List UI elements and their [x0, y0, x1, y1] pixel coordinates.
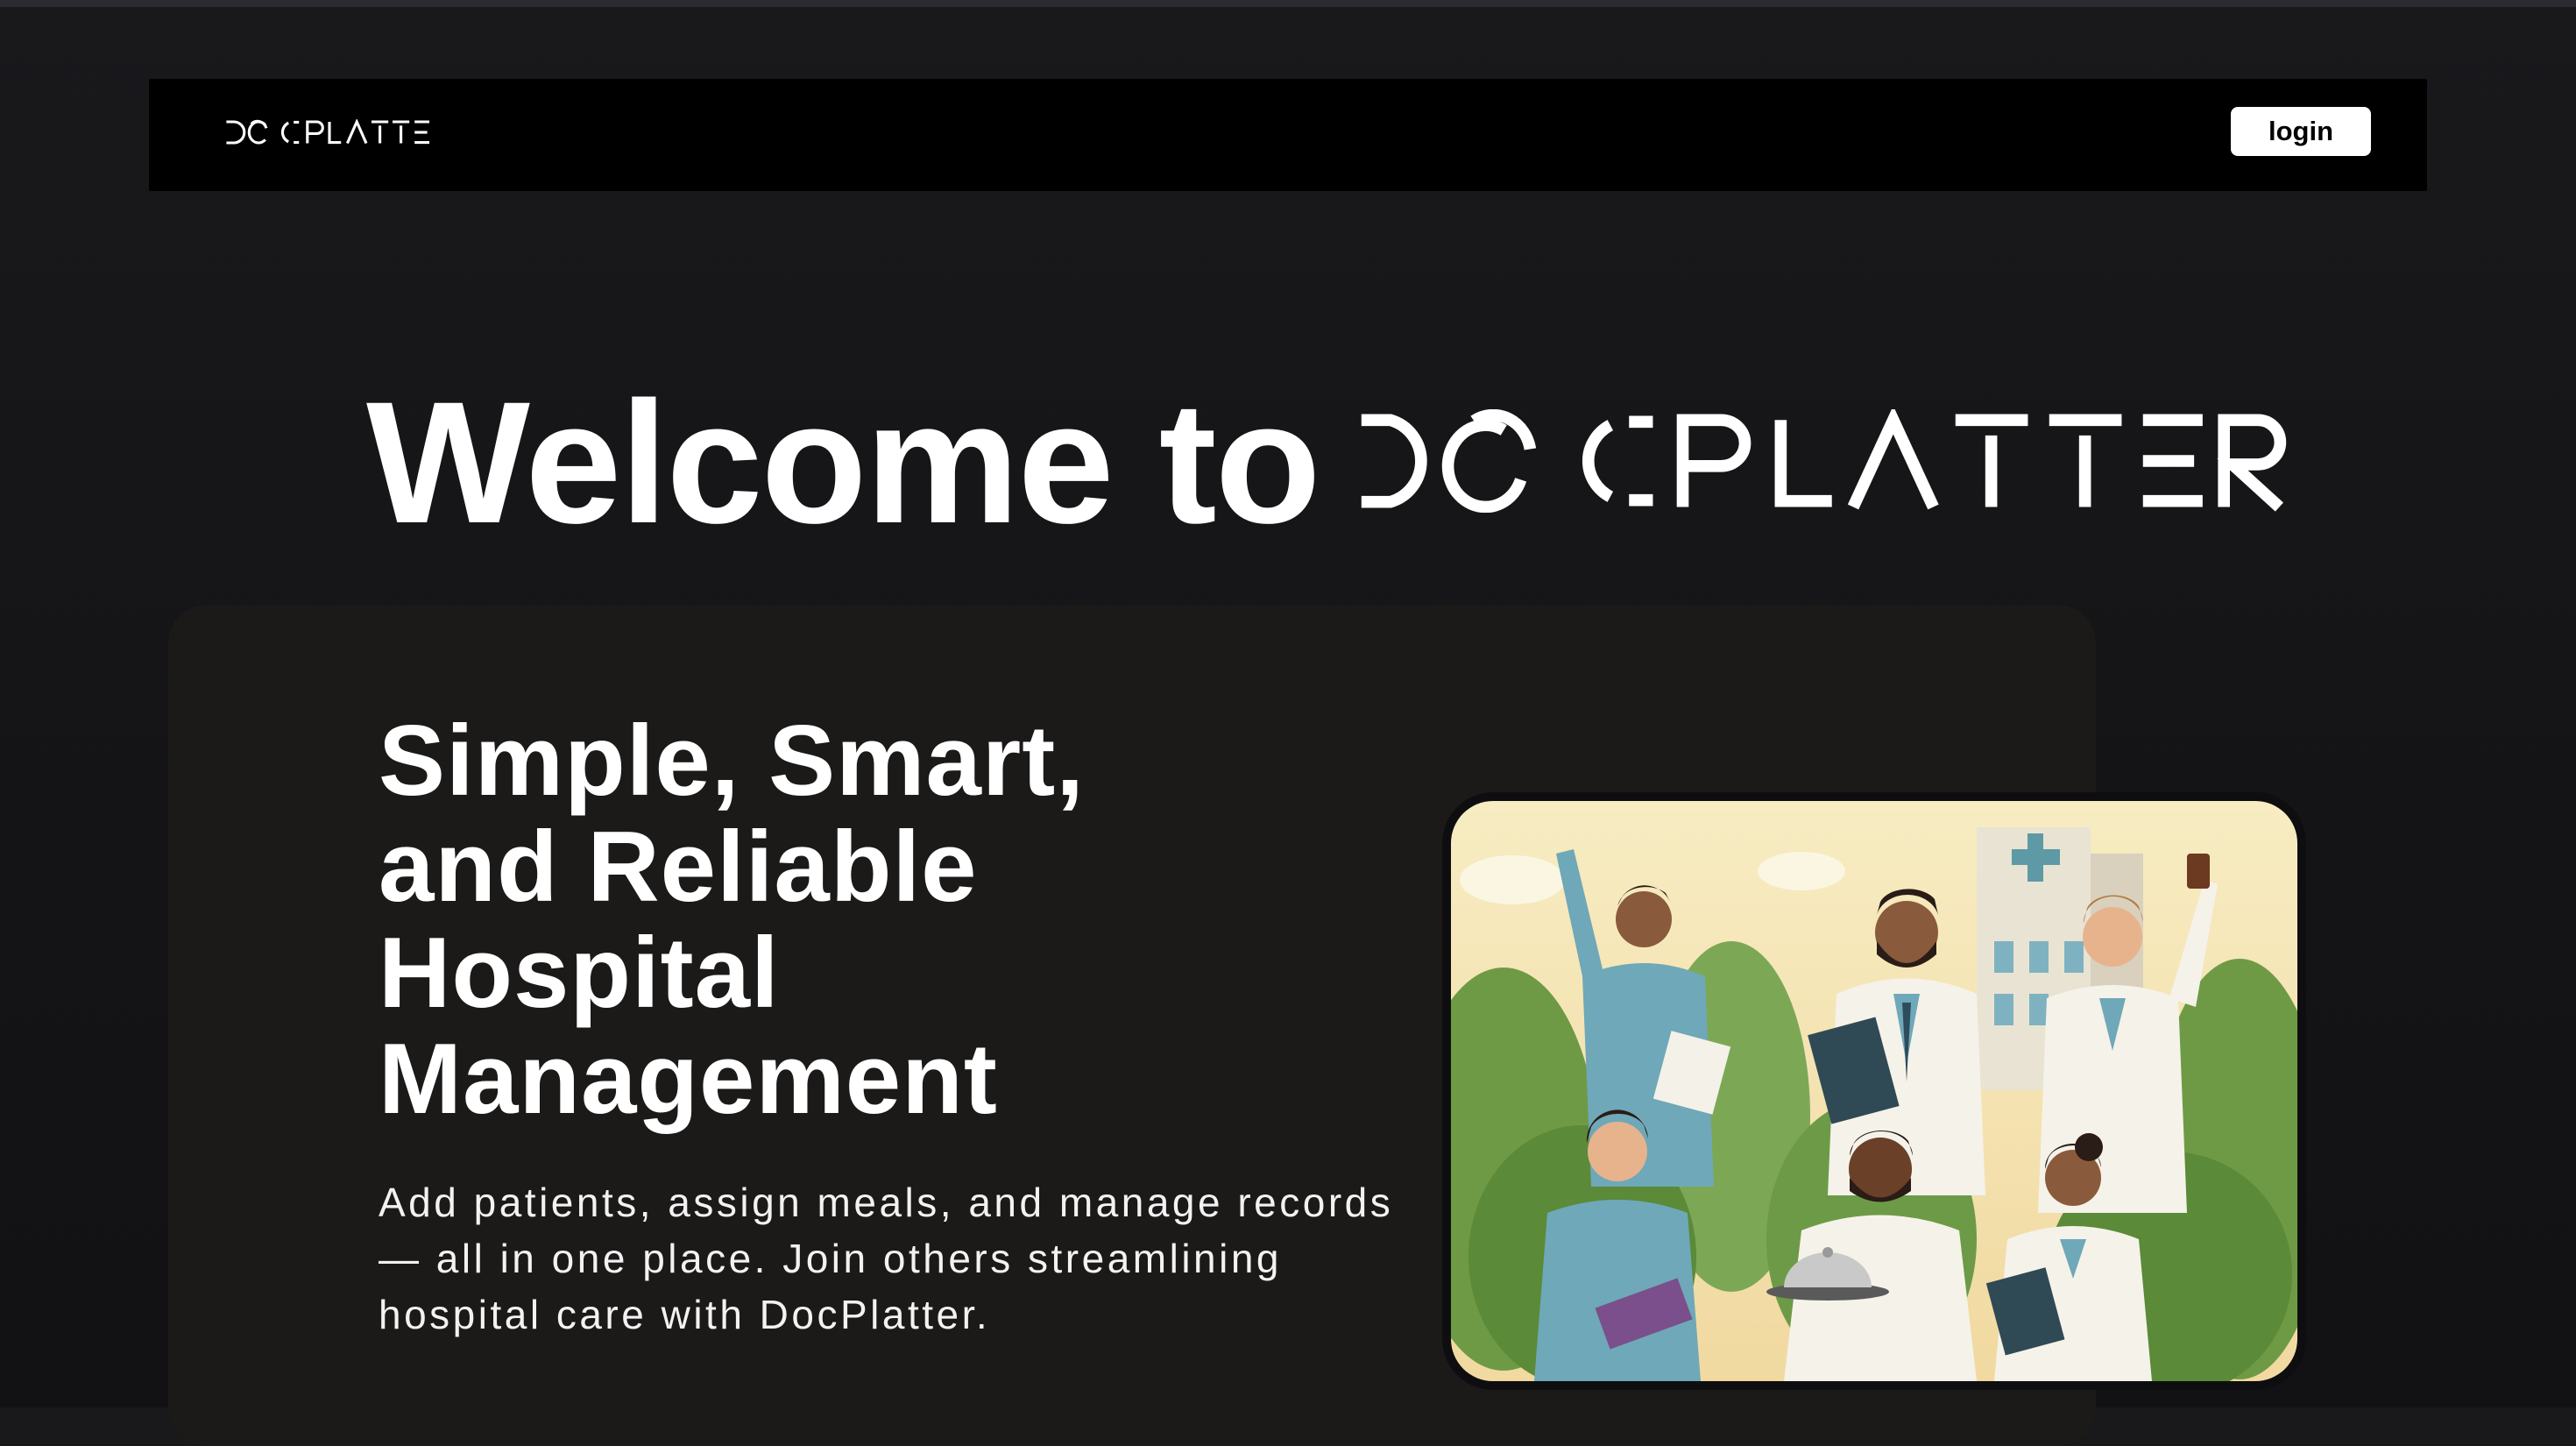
hero-title: Welcome to [366, 375, 2292, 550]
brand-wordmark [1361, 405, 2286, 513]
login-button[interactable]: login [2231, 107, 2371, 156]
headline-line: and Reliable [379, 812, 978, 923]
headline-line: Hospital [379, 918, 780, 1029]
headline-line: Simple, Smart, [379, 705, 1085, 817]
illustration-image [1451, 801, 2297, 1381]
feature-headline: Simple, Smart, and Reliable Hospital Man… [379, 708, 1430, 1132]
feature-description: Add patients, assign meals, and manage r… [379, 1180, 1394, 1337]
browser-top-edge [0, 0, 2576, 7]
doctors-and-nurses-illustration [1451, 801, 2297, 1381]
welcome-text: Welcome to [366, 365, 1321, 559]
logo-wordmark [226, 118, 429, 145]
navbar: login [149, 79, 2427, 191]
headline-line: Management [379, 1024, 998, 1135]
hero-brand-logo [1355, 405, 2292, 517]
logo[interactable] [224, 118, 435, 150]
